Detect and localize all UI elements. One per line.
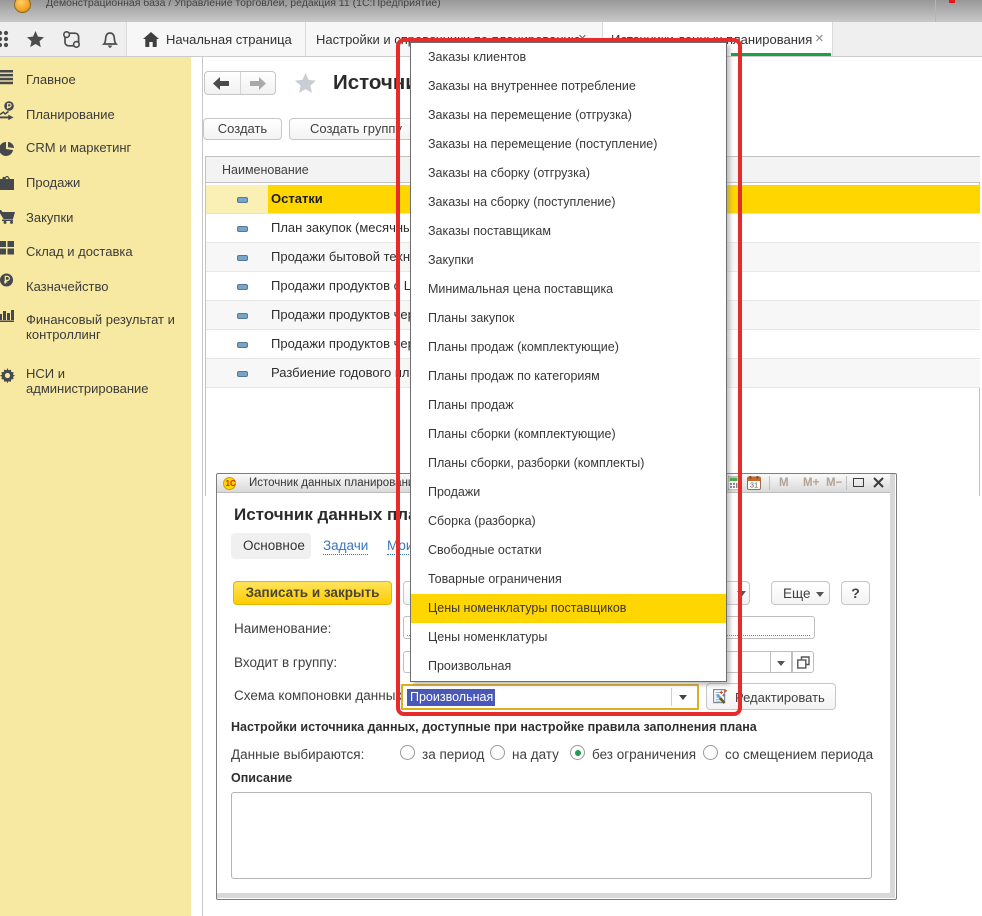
svg-text:31: 31 [750,481,758,490]
